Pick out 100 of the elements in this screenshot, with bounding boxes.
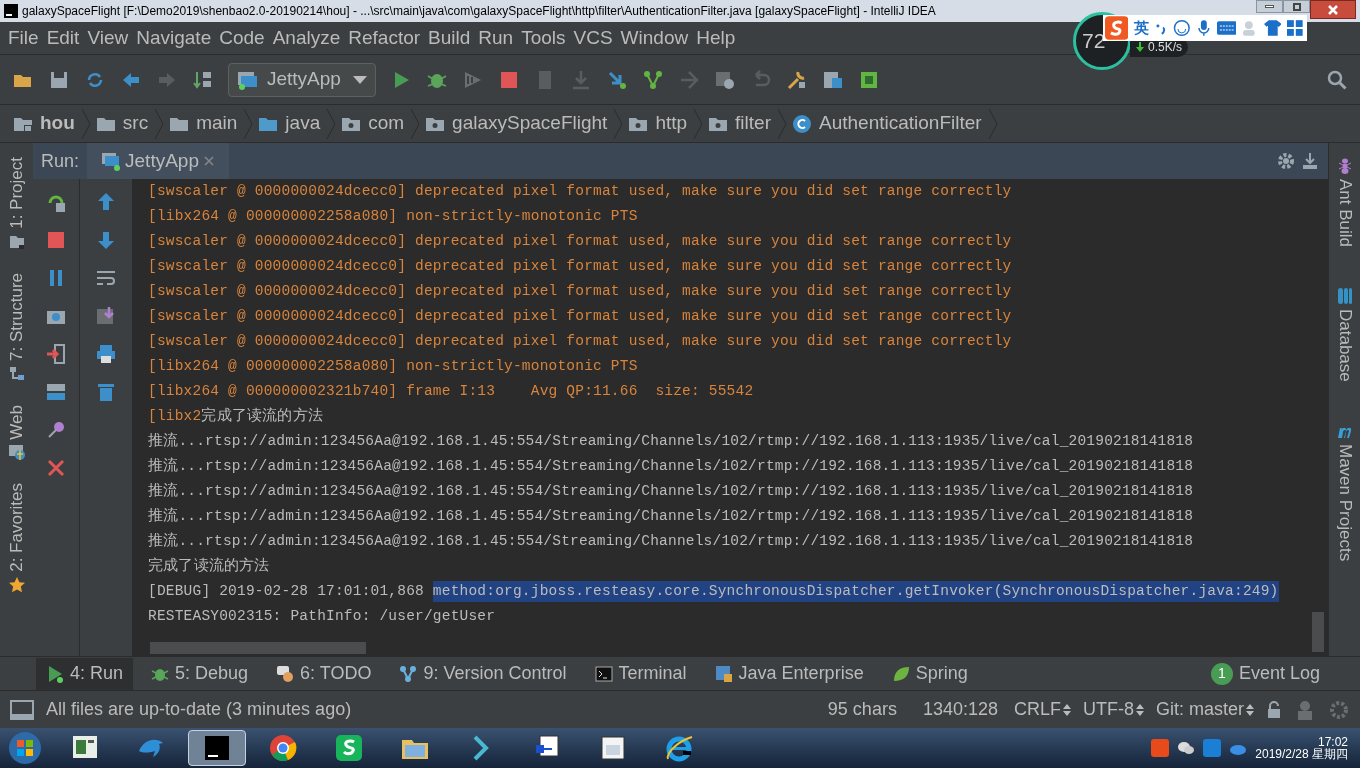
tool-window-tab[interactable]: Terminal xyxy=(584,657,697,690)
stop-icon[interactable] xyxy=(45,229,67,251)
up-down-caret-icon[interactable] xyxy=(1246,702,1254,717)
tool-window-tab[interactable]: Maven Projects xyxy=(1331,421,1358,561)
structure-icon[interactable] xyxy=(7,364,26,383)
emoji-icon[interactable] xyxy=(1173,19,1191,37)
hide-panel-icon[interactable] xyxy=(1300,151,1320,171)
print-icon[interactable] xyxy=(95,343,117,365)
menu-item[interactable]: Refactor xyxy=(344,23,425,53)
console-line: [swscaler @ 0000000024dcecc0] deprecated pixel format used, make sure you did set range correctly xyxy=(148,231,1013,251)
app-icon[interactable] xyxy=(202,733,232,763)
browser-e-icon[interactable] xyxy=(664,733,694,763)
terminal-icon[interactable] xyxy=(594,664,613,683)
menu-item[interactable]: Analyze xyxy=(268,23,345,53)
tool-window-tab[interactable]: 5: Debug xyxy=(141,657,259,690)
breadcrumb-item[interactable]: com xyxy=(340,108,425,139)
breadcrumb-item[interactable]: hou xyxy=(12,108,95,139)
window-title: galaxySpaceFlight [F:\Demo2019\shenbao2.0-20190214\hou] - ...\src\main\java\com\galaxySpaceFlight\http\filter\AuthenticationFilter.java [galaxySpaceFlight] - IntelliJ IDEA xyxy=(22,3,936,20)
star-icon[interactable] xyxy=(7,576,26,595)
breadcrumb-item[interactable]: main xyxy=(168,108,258,139)
tool-window-tab[interactable]: Ant Build xyxy=(1331,157,1358,248)
sogou-logo[interactable] xyxy=(1105,16,1129,40)
tool-window-tab[interactable]: 4: Run xyxy=(36,657,134,690)
breadcrumb-item[interactable]: java xyxy=(257,108,341,139)
tool-window-tab[interactable]: Web xyxy=(3,404,30,462)
java-enterprise-icon[interactable] xyxy=(714,664,733,683)
microphone-icon[interactable] xyxy=(1196,19,1211,37)
run-icon[interactable] xyxy=(46,664,64,683)
run-config-dropdown[interactable]: JettyApp xyxy=(228,62,376,97)
breadcrumb-item[interactable]: galaxySpaceFlight xyxy=(424,108,628,139)
globe-icon[interactable] xyxy=(7,443,26,462)
tool-window-tab[interactable]: Database xyxy=(1331,287,1358,382)
menu-item[interactable]: Navigate xyxy=(132,23,216,53)
chat-icon[interactable] xyxy=(1177,739,1196,757)
window-icon[interactable] xyxy=(598,733,628,763)
lock-icon[interactable] xyxy=(1266,700,1282,719)
minimize-button[interactable] xyxy=(1256,0,1283,13)
tool-window-tab[interactable]: 1: Project xyxy=(3,157,30,251)
caret-icon xyxy=(353,74,367,85)
run-tab[interactable]: JettyApp xyxy=(87,143,229,179)
event-log-tab[interactable]: 1 Event Log xyxy=(1210,660,1320,687)
menu-item[interactable]: Window xyxy=(616,23,693,53)
layout-icon[interactable] xyxy=(45,381,67,403)
menu-item[interactable]: Build xyxy=(424,23,475,53)
branch-icon[interactable] xyxy=(642,68,664,91)
close-button[interactable] xyxy=(1310,0,1356,19)
tool-window-tab[interactable]: 2: Favorites xyxy=(3,483,30,595)
console-line: 推流...rtsp://admin:123456Aa@192.168.1.45:554/Streaming/Channels/102/rtmp://192.168.1.113:1935/live/cal_20190218141818 xyxy=(148,481,1195,501)
database-icon[interactable] xyxy=(1335,287,1354,306)
menu-item[interactable]: Code xyxy=(215,23,269,53)
up-down-caret-icon[interactable] xyxy=(1136,702,1144,717)
tool-window-tab[interactable]: 7: Structure xyxy=(3,272,30,383)
tool-window-tab[interactable]: 9: Version Control xyxy=(389,657,577,690)
breadcrumb-item[interactable]: AuthenticationFilter xyxy=(791,108,1002,139)
console-line: [libx264 @ 000000002321b740] frame I:13 Avg QP:11.66 size: 55542 xyxy=(148,381,755,401)
horizontal-scrollbar[interactable] xyxy=(150,642,366,654)
maximize-button[interactable] xyxy=(1283,0,1310,13)
menu-item[interactable]: Edit xyxy=(42,23,84,53)
vertical-scrollbar[interactable] xyxy=(1312,612,1324,652)
console-line: [libx264 @ 000000002258a080] non-strictly-monotonic PTS xyxy=(148,356,639,376)
spreadsheet-icon[interactable] xyxy=(334,733,364,763)
tool-window-tab[interactable]: Java Enterprise xyxy=(704,657,874,690)
keyboard-icon[interactable] xyxy=(1216,21,1237,35)
menu-item[interactable]: VCS xyxy=(569,23,617,53)
taskbar-button[interactable] xyxy=(188,730,246,766)
exit-icon[interactable] xyxy=(45,343,67,365)
panel-toggle-icon[interactable] xyxy=(10,699,34,720)
tool-window-tab[interactable]: Spring xyxy=(881,657,978,690)
settings-icon[interactable] xyxy=(1276,151,1296,171)
encoding-selector[interactable]: UTF-8 xyxy=(1083,696,1134,723)
breadcrumb-item[interactable]: filter xyxy=(707,108,791,139)
menu-item[interactable]: Tools xyxy=(517,23,570,53)
search-icon[interactable] xyxy=(1326,68,1348,91)
remote-icon[interactable] xyxy=(1203,739,1222,757)
close-icon[interactable] xyxy=(45,457,67,479)
close-icon[interactable] xyxy=(202,155,215,167)
todo-icon[interactable] xyxy=(276,664,295,683)
shirt-icon[interactable] xyxy=(1263,20,1282,36)
menu-item[interactable]: Help xyxy=(692,23,740,53)
breadcrumb-item[interactable]: src xyxy=(94,108,169,139)
breadcrumb-item[interactable]: http xyxy=(627,108,708,139)
cursor-position[interactable]: 1340:128 xyxy=(922,696,1002,723)
up-down-caret-icon[interactable] xyxy=(1063,702,1071,717)
line-separator-selector[interactable]: CRLF xyxy=(1013,696,1061,723)
leaf-icon[interactable] xyxy=(891,664,910,683)
branch-icon[interactable] xyxy=(399,664,418,683)
input-mode-toggle[interactable]: 英 xyxy=(1134,16,1150,40)
menu-item[interactable]: Run xyxy=(474,23,518,53)
tray-icon[interactable] xyxy=(1151,739,1170,757)
browser-icon[interactable] xyxy=(268,733,298,763)
scroll-to-end-icon[interactable] xyxy=(95,305,117,327)
grid-icon[interactable] xyxy=(1287,20,1303,36)
console-line: 推流...rtsp://admin:123456Aa@192.168.1.45:554/Streaming/Channels/102/rtmp://192.168.1.113:1935/live/cal_20190218141818 xyxy=(148,531,1195,551)
class-icon xyxy=(791,112,813,135)
trash-icon[interactable] xyxy=(95,381,117,403)
menu-item[interactable]: File xyxy=(4,23,43,53)
menu-item[interactable]: View xyxy=(83,23,133,53)
git-branch-selector[interactable]: Git: master xyxy=(1156,696,1244,723)
tool-window-tab[interactable]: 6: TODO xyxy=(266,657,382,690)
close-icon xyxy=(1327,4,1339,15)
